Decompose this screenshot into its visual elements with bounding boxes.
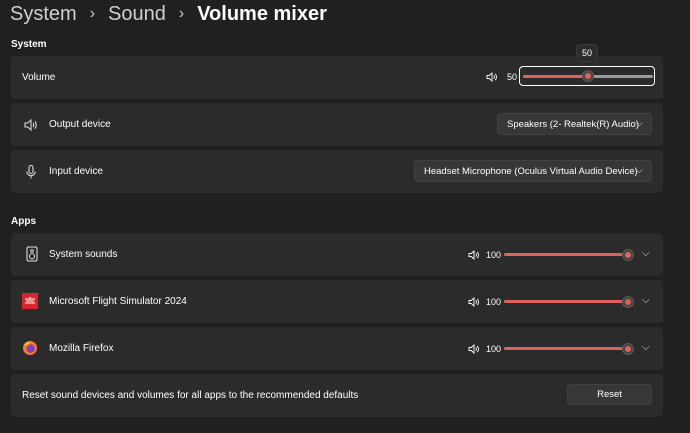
speaker-icon[interactable] bbox=[468, 250, 480, 260]
page-title: Volume mixer bbox=[197, 2, 327, 25]
volume-label: Volume bbox=[22, 72, 56, 83]
slider-thumb[interactable] bbox=[622, 248, 634, 261]
speaker-icon bbox=[486, 72, 497, 82]
app-volume-slider[interactable] bbox=[504, 347, 628, 350]
microphone-icon bbox=[26, 165, 36, 179]
app-row-flight-simulator: Microsoft Flight Simulator 2024 100 ⌵ bbox=[11, 280, 663, 323]
section-label-apps: Apps bbox=[11, 216, 36, 227]
speaker-icon[interactable] bbox=[468, 297, 480, 307]
input-device-dropdown[interactable]: Headset Microphone (Oculus Virtual Audio… bbox=[414, 160, 652, 182]
breadcrumb-system[interactable]: System bbox=[10, 3, 77, 26]
app-volume-value: 100 bbox=[486, 250, 502, 260]
app-name: Mozilla Firefox bbox=[49, 343, 114, 354]
speaker-icon bbox=[24, 118, 37, 132]
output-device-label: Output device bbox=[49, 119, 111, 130]
app-volume-value: 100 bbox=[486, 344, 502, 354]
app-volume-slider[interactable] bbox=[504, 253, 628, 256]
volume-tooltip: 50 bbox=[576, 44, 598, 62]
chevron-down-icon[interactable]: ⌵ bbox=[642, 342, 650, 353]
breadcrumb-sound[interactable]: Sound bbox=[108, 3, 166, 26]
master-volume-value: 50 bbox=[507, 72, 518, 82]
input-device-selected: Headset Microphone (Oculus Virtual Audio… bbox=[424, 165, 638, 177]
output-device-dropdown[interactable]: Speakers (2- Realtek(R) Audio) ⌵ bbox=[497, 113, 652, 135]
chevron-down-icon[interactable]: ⌵ bbox=[642, 295, 650, 306]
app-name: System sounds bbox=[49, 249, 118, 260]
slider-fill bbox=[523, 74, 588, 78]
flight-simulator-icon bbox=[22, 293, 38, 309]
slider-thumb[interactable] bbox=[622, 295, 634, 308]
speaker-icon[interactable] bbox=[468, 344, 480, 354]
input-device-label: Input device bbox=[49, 166, 103, 177]
app-row-system-sounds: System sounds 100 ⌵ bbox=[11, 233, 663, 276]
app-volume-value: 100 bbox=[486, 297, 502, 307]
chevron-right-icon: › bbox=[178, 5, 185, 22]
output-device-card[interactable]: Output device Speakers (2- Realtek(R) Au… bbox=[11, 103, 663, 146]
reset-description: Reset sound devices and volumes for all … bbox=[22, 390, 359, 401]
firefox-icon bbox=[23, 341, 37, 355]
volume-card: Volume 50 bbox=[11, 56, 663, 99]
input-device-card[interactable]: Input device Headset Microphone (Oculus … bbox=[11, 150, 663, 193]
chevron-down-icon: ⌵ bbox=[635, 118, 643, 129]
breadcrumb: System › Sound › Volume mixer bbox=[10, 1, 327, 27]
output-device-selected: Speakers (2- Realtek(R) Audio) bbox=[507, 118, 639, 130]
app-name: Microsoft Flight Simulator 2024 bbox=[49, 296, 187, 307]
section-label-system: System bbox=[11, 39, 47, 50]
app-volume-slider[interactable] bbox=[504, 300, 628, 303]
speaker-box-icon bbox=[26, 246, 38, 262]
chevron-down-icon: ⌵ bbox=[635, 165, 643, 176]
master-volume-slider[interactable] bbox=[519, 66, 655, 86]
reset-card: Reset sound devices and volumes for all … bbox=[11, 374, 663, 417]
app-row-firefox: Mozilla Firefox 100 ⌵ bbox=[11, 327, 663, 370]
chevron-right-icon: › bbox=[89, 5, 96, 22]
slider-thumb[interactable] bbox=[622, 342, 634, 355]
reset-button[interactable]: Reset bbox=[567, 384, 652, 405]
slider-thumb[interactable] bbox=[582, 70, 594, 82]
chevron-down-icon[interactable]: ⌵ bbox=[642, 248, 650, 259]
